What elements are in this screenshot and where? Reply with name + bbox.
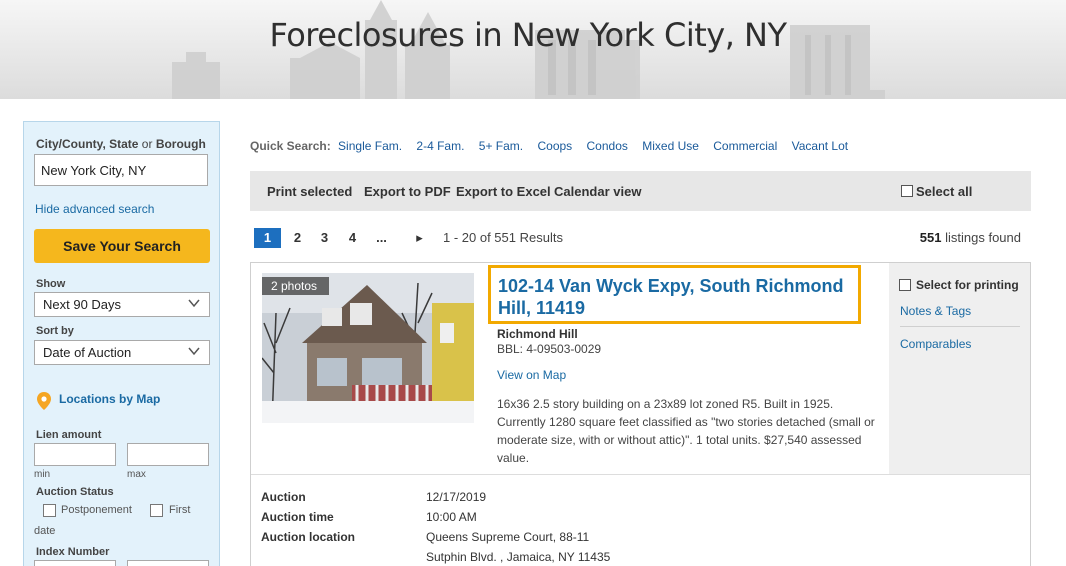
comparables-link[interactable]: Comparables xyxy=(900,337,971,351)
auction-time-label: Auction time xyxy=(261,510,334,524)
search-sidebar: City/County, State or Borough New York C… xyxy=(23,121,220,566)
map-pin-icon xyxy=(37,392,51,410)
print-selected-button[interactable]: Print selected xyxy=(267,184,352,199)
sort-select[interactable]: Date of Auction xyxy=(34,340,210,365)
view-on-map-link[interactable]: View on Map xyxy=(497,368,566,382)
listing-bbl: BBL: 4-09503-0029 xyxy=(497,342,602,356)
lien-amount-label: Lien amount xyxy=(36,429,102,441)
listing-title-highlight: 102-14 Van Wyck Expy, South Richmond Hil… xyxy=(488,265,861,324)
listing-side-panel xyxy=(889,263,1030,474)
page-3[interactable]: 3 xyxy=(311,228,338,248)
select-all-label[interactable]: Select all xyxy=(916,184,972,199)
show-label: Show xyxy=(36,278,66,290)
quick-link-condos[interactable]: Condos xyxy=(587,139,628,153)
quick-link-coops[interactable]: Coops xyxy=(537,139,572,153)
postponement-label: Postponement xyxy=(61,504,132,516)
quick-link-mixed-use[interactable]: Mixed Use xyxy=(642,139,699,153)
auction-time-value: 10:00 AM xyxy=(426,510,477,524)
locations-by-map-link[interactable]: Locations by Map xyxy=(59,392,160,406)
next-page-icon[interactable]: ▸ xyxy=(406,228,433,248)
page-ellipsis: ... xyxy=(376,230,387,245)
card-divider xyxy=(251,474,1030,475)
listings-found: 551 listings found xyxy=(920,230,1021,245)
quick-link-2-4-fam[interactable]: 2-4 Fam. xyxy=(416,139,464,153)
listing-description: 16x36 2.5 story building on a 23x89 lot … xyxy=(497,397,875,465)
select-all-checkbox[interactable] xyxy=(901,185,913,197)
save-search-button[interactable]: Save Your Search xyxy=(34,229,210,263)
notes-tags-link[interactable]: Notes & Tags xyxy=(900,304,971,318)
sort-label: Sort by xyxy=(36,325,74,337)
lien-max-input[interactable] xyxy=(127,443,209,466)
show-select[interactable]: Next 90 Days xyxy=(34,292,210,317)
export-excel-button[interactable]: Export to Excel xyxy=(456,184,551,199)
results-range: 1 - 20 of 551 Results xyxy=(443,230,563,245)
show-select-value: Next 90 Days xyxy=(43,297,122,312)
quick-link-5-plus-fam[interactable]: 5+ Fam. xyxy=(479,139,523,153)
chevron-down-icon xyxy=(188,299,200,308)
sort-select-value: Date of Auction xyxy=(43,345,132,360)
location-input[interactable]: New York City, NY xyxy=(34,154,208,186)
index-number-input[interactable] xyxy=(34,560,116,566)
postponement-checkbox[interactable] xyxy=(43,504,56,517)
chevron-down-icon xyxy=(188,347,200,356)
auction-location-label: Auction location xyxy=(261,530,355,544)
quick-link-commercial[interactable]: Commercial xyxy=(713,139,777,153)
export-pdf-button[interactable]: Export to PDF xyxy=(364,184,451,199)
auction-value: 12/17/2019 xyxy=(426,490,487,504)
page-1[interactable]: 1 xyxy=(254,228,281,248)
house-photo-image xyxy=(262,273,474,423)
max-label: max xyxy=(127,469,146,480)
auction-location-line1: Queens Supreme Court, 88-11 xyxy=(426,530,590,544)
select-for-printing-checkbox[interactable] xyxy=(899,279,911,291)
first-date-label: First xyxy=(169,504,191,516)
photo-count-badge[interactable]: 2 photos xyxy=(262,277,329,295)
min-label: min xyxy=(34,469,51,480)
lien-min-input[interactable] xyxy=(34,443,116,466)
results-toolbar: Print selected Export to PDF Export to E… xyxy=(250,171,1031,211)
first-date-checkbox[interactable] xyxy=(150,504,163,517)
listing-title-link[interactable]: 102-14 Van Wyck Expy, South Richmond Hil… xyxy=(498,276,843,318)
auction-location-line2: Sutphin Blvd. , Jamaica, NY 11435 xyxy=(426,550,611,564)
page-title: Foreclosures in New York City, NY xyxy=(269,16,787,54)
select-for-printing-label[interactable]: Select for printing xyxy=(916,278,1019,292)
quick-link-vacant-lot[interactable]: Vacant Lot xyxy=(792,139,848,153)
listings-count: 551 xyxy=(919,230,942,245)
listing-photo[interactable] xyxy=(262,273,474,423)
quick-search-label: Quick Search: xyxy=(250,139,331,153)
auction-status-label: Auction Status xyxy=(36,486,114,498)
quick-search: Quick Search: Single Fam. 2-4 Fam. 5+ Fa… xyxy=(250,139,859,153)
page-2[interactable]: 2 xyxy=(284,228,311,248)
first-date-label-cont: date xyxy=(34,525,56,537)
index-number-input-2[interactable] xyxy=(127,560,209,566)
side-divider xyxy=(900,326,1020,327)
calendar-view-button[interactable]: Calendar view xyxy=(554,184,641,199)
page-4[interactable]: 4 xyxy=(339,228,366,248)
quick-link-single-fam[interactable]: Single Fam. xyxy=(338,139,402,153)
auction-label: Auction xyxy=(261,490,306,504)
listing-neighborhood: Richmond Hill xyxy=(497,327,578,341)
listings-found-label: listings found xyxy=(945,230,1021,245)
header-banner: Foreclosures in New York City, NY xyxy=(0,0,1066,99)
hide-advanced-link[interactable]: Hide advanced search xyxy=(35,202,154,216)
index-number-label: Index Number xyxy=(36,546,110,558)
location-label: City/County, State or Borough xyxy=(36,137,206,151)
